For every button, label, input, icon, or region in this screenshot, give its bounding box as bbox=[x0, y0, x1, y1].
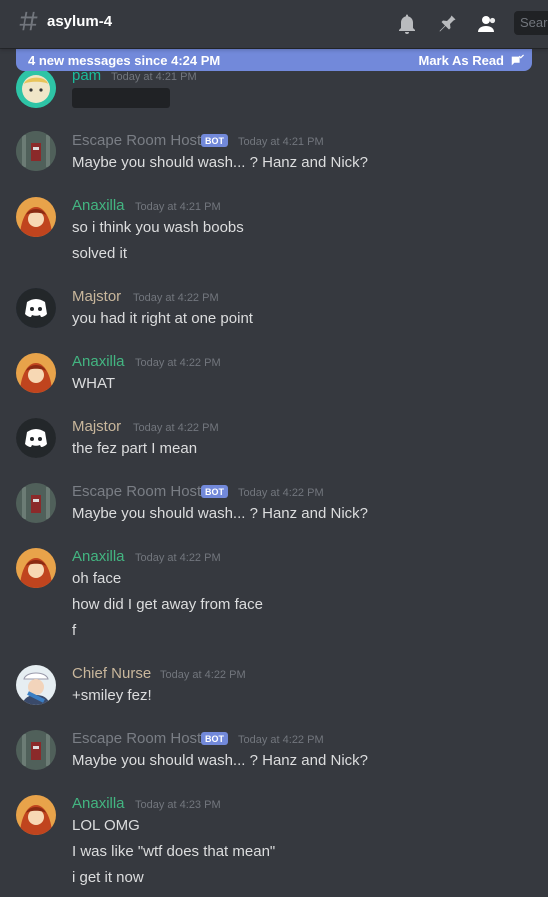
message-text: Maybe you should wash... ? Hanz and Nick… bbox=[72, 505, 368, 522]
username[interactable]: Escape Room Host bbox=[72, 730, 201, 747]
timestamp: Today at 4:21 PM bbox=[111, 71, 197, 83]
timestamp: Today at 4:23 PM bbox=[135, 799, 221, 811]
message-text: LOL OMG bbox=[72, 817, 140, 834]
timestamp: Today at 4:22 PM bbox=[133, 422, 219, 434]
message-text: WHAT bbox=[72, 375, 116, 392]
bot-tag: BOT bbox=[201, 732, 228, 745]
avatar[interactable] bbox=[16, 353, 56, 393]
timestamp: Today at 4:22 PM bbox=[133, 292, 219, 304]
bot-tag: BOT bbox=[201, 485, 228, 498]
timestamp: Today at 4:21 PM bbox=[238, 136, 324, 148]
avatar[interactable] bbox=[16, 288, 56, 328]
avatar[interactable] bbox=[16, 483, 56, 523]
message-text: the fez part I mean bbox=[72, 440, 198, 457]
username[interactable]: Anaxilla bbox=[72, 548, 125, 565]
message-text: i get it now bbox=[72, 869, 144, 886]
timestamp: Today at 4:22 PM bbox=[160, 669, 246, 681]
username[interactable]: Anaxilla bbox=[72, 197, 125, 214]
channel-name: asylum-4 bbox=[47, 13, 113, 30]
username[interactable]: Anaxilla bbox=[72, 353, 125, 370]
members-icon[interactable] bbox=[474, 12, 498, 36]
channel-header: asylum-4 Sear bbox=[0, 0, 548, 48]
timestamp: Today at 4:22 PM bbox=[238, 487, 324, 499]
username[interactable]: Escape Room Host bbox=[72, 132, 201, 149]
mark-as-read-label: Mark As Read bbox=[418, 53, 505, 68]
message-text: I was like "wtf does that mean" bbox=[72, 843, 276, 860]
avatar[interactable] bbox=[16, 131, 56, 171]
search-input[interactable]: Sear bbox=[514, 11, 548, 35]
new-messages-text: 4 new messages since 4:24 PM bbox=[28, 53, 221, 68]
mark-as-read-button[interactable]: Mark As Read bbox=[418, 53, 524, 68]
timestamp: Today at 4:21 PM bbox=[135, 201, 221, 213]
spoiler-text[interactable] bbox=[72, 88, 170, 108]
avatar[interactable] bbox=[16, 548, 56, 588]
message-text: solved it bbox=[72, 245, 128, 262]
timestamp: Today at 4:22 PM bbox=[135, 357, 221, 369]
hashtag-icon bbox=[19, 11, 38, 31]
username[interactable]: Chief Nurse bbox=[72, 665, 151, 682]
avatar[interactable] bbox=[16, 795, 56, 835]
message-text: Maybe you should wash... ? Hanz and Nick… bbox=[72, 154, 368, 171]
avatar[interactable] bbox=[16, 665, 56, 705]
mark-read-icon bbox=[511, 54, 524, 65]
message-text: how did I get away from face bbox=[72, 596, 263, 613]
timestamp: Today at 4:22 PM bbox=[238, 734, 324, 746]
username[interactable]: Majstor bbox=[72, 418, 121, 435]
avatar[interactable] bbox=[16, 197, 56, 237]
message-list: pam Today at 4:21 PM Escape Room Host BO… bbox=[0, 48, 548, 897]
timestamp: Today at 4:22 PM bbox=[135, 552, 221, 564]
username[interactable]: Majstor bbox=[72, 288, 121, 305]
new-messages-bar[interactable]: 4 new messages since 4:24 PM Mark As Rea… bbox=[16, 49, 532, 71]
message-text: so i think you wash boobs bbox=[72, 219, 244, 236]
avatar[interactable] bbox=[16, 418, 56, 458]
username[interactable]: Anaxilla bbox=[72, 795, 125, 812]
avatar[interactable] bbox=[16, 68, 56, 108]
bot-tag: BOT bbox=[201, 134, 228, 147]
avatar[interactable] bbox=[16, 730, 56, 770]
message-text: Maybe you should wash... ? Hanz and Nick… bbox=[72, 752, 368, 769]
message-text: you had it right at one point bbox=[72, 310, 253, 327]
message-text: +smiley fez! bbox=[72, 687, 152, 704]
bell-icon[interactable] bbox=[395, 12, 419, 36]
message-text: oh face bbox=[72, 570, 122, 587]
message-text: f bbox=[72, 622, 77, 639]
username[interactable]: Escape Room Host bbox=[72, 483, 201, 500]
pin-icon[interactable] bbox=[435, 12, 459, 36]
